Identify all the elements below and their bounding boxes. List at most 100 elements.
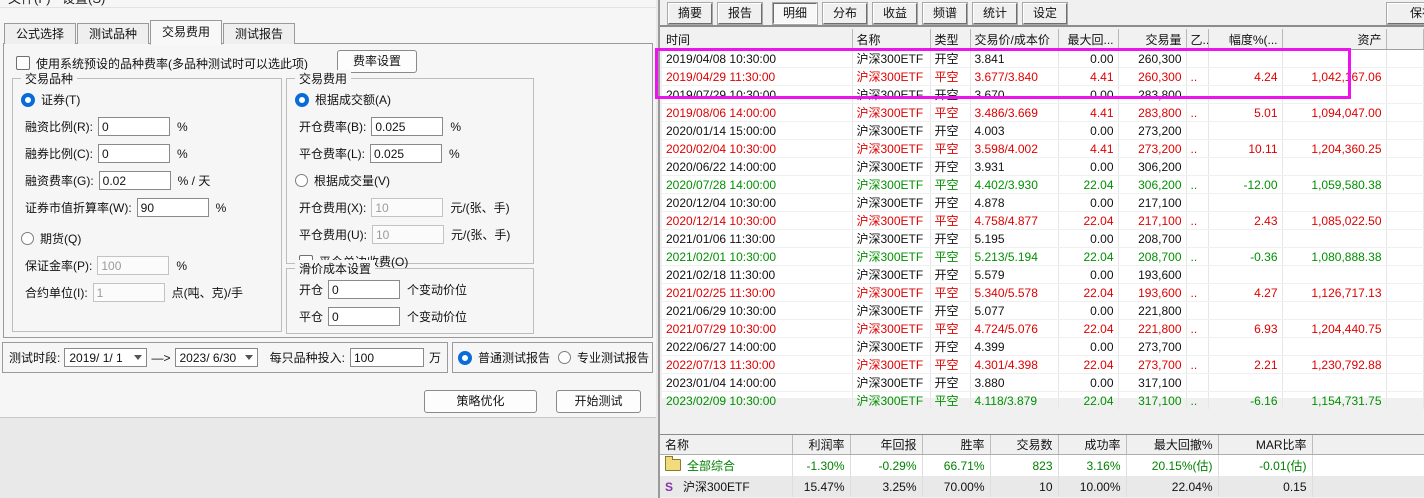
trade-cell: 217,100 (1118, 211, 1187, 230)
trade-detail-table: 时间名称类型交易价/成本价最大回...交易量乙...幅度%(...资产 2019… (662, 29, 1424, 410)
report-tab-分布[interactable]: 分布 (822, 2, 868, 25)
trade-cell: 2019/08/06 14:00:00 (662, 103, 853, 122)
report-tab-摘要[interactable]: 摘要 (667, 2, 713, 25)
field-input[interactable] (98, 117, 170, 136)
trades-col-header[interactable]: 名称 (852, 29, 931, 50)
trade-row[interactable]: 2020/07/28 14:00:00 沪深300ETF 平空 4.402/3.930… (662, 175, 1424, 194)
field-input[interactable] (372, 225, 444, 244)
summary-row[interactable]: 全部综合 -1.30% -0.29% 66.71% 823 3.16% 20.15%(估) -… (660, 454, 1424, 476)
by-amount-radio[interactable]: 根据成交额(A) (295, 89, 533, 110)
futures-radio[interactable]: 期货(Q) (21, 228, 281, 249)
trade-cell: 306,200 (1118, 175, 1187, 194)
trade-row[interactable]: 2021/06/29 10:30:00 沪深300ETF 开空 5.077 0.00 22… (662, 301, 1424, 320)
by-volume-radio[interactable]: 根据成交量(V) (295, 170, 533, 191)
trade-row[interactable]: 2019/04/08 10:30:00 沪深300ETF 开空 3.841 0.00 26… (662, 49, 1424, 68)
trade-row[interactable]: 2022/07/13 11:30:00 沪深300ETF 平空 4.301/4.398… (662, 355, 1424, 374)
field-input[interactable] (98, 144, 170, 163)
summary-name: 沪深300ETF (683, 480, 750, 494)
report-tab-报告[interactable]: 报告 (717, 2, 763, 25)
trade-row[interactable]: 2019/08/06 14:00:00 沪深300ETF 平空 3.486/3.669… (662, 103, 1424, 122)
field-input[interactable] (97, 256, 170, 275)
invest-input[interactable] (349, 348, 424, 367)
report-tab-设定[interactable]: 设定 (1022, 2, 1068, 25)
report-tab-统计[interactable]: 统计 (972, 2, 1018, 25)
trade-row[interactable]: 2023/01/04 14:00:00 沪深300ETF 开空 3.880 0.00 31… (662, 373, 1424, 392)
trade-cell: 317,100 (1118, 373, 1187, 392)
security-radio[interactable]: 证券(T) (21, 89, 281, 110)
menu-item-settings[interactable]: 设置(S) (62, 0, 105, 7)
trade-row[interactable]: 2021/02/18 11:30:00 沪深300ETF 开空 5.579 0.00 19… (662, 265, 1424, 284)
trade-row[interactable]: 2021/02/25 11:30:00 沪深300ETF 平空 5.340/5.578… (662, 283, 1424, 302)
trade-row[interactable]: 2020/12/04 10:30:00 沪深300ETF 开空 4.878 0.00 21… (662, 193, 1424, 212)
to-date-select[interactable]: 2023/ 6/30 (174, 348, 258, 367)
trade-cell: 22.04 (1058, 211, 1119, 230)
trade-cell: 4.301/4.398 (970, 355, 1059, 374)
trade-row[interactable]: 2019/07/29 10:30:00 沪深300ETF 开空 3.670 0.00 28… (662, 85, 1424, 104)
summary-col-header[interactable]: 交易数 (990, 435, 1059, 455)
summary-col-header[interactable]: 成功率 (1058, 435, 1127, 455)
summary-cell: 0.15 (1218, 476, 1313, 497)
trade-row[interactable]: 2021/07/29 10:30:00 沪深300ETF 平空 4.724/5.076… (662, 319, 1424, 338)
radio-unchecked-icon[interactable] (558, 351, 572, 364)
field-label: 融券比例(C): (25, 147, 93, 161)
trades-col-header[interactable]: 交易量 (1118, 29, 1187, 50)
summary-col-header[interactable]: MAR比率 (1218, 435, 1313, 455)
field-suffix: % (215, 200, 227, 215)
report-tab-收益[interactable]: 收益 (872, 2, 918, 25)
tab-公式选择[interactable]: 公式选择 (4, 23, 77, 44)
field-input[interactable] (328, 280, 401, 299)
radio-checked-icon[interactable] (458, 350, 472, 365)
trade-cell: 2020/12/14 10:30:00 (662, 211, 853, 230)
trade-cell: 沪深300ETF (852, 247, 931, 266)
trade-row[interactable]: 2020/01/14 15:00:00 沪深300ETF 开空 4.003 0.00 27… (662, 121, 1424, 140)
field-input[interactable] (371, 117, 444, 136)
trade-row[interactable]: 2021/02/01 10:30:00 沪深300ETF 平空 5.213/5.194… (662, 247, 1424, 266)
trade-cell: 4.724/5.076 (970, 319, 1059, 338)
field-input[interactable] (136, 198, 209, 217)
summary-col-header[interactable]: 利润率 (792, 435, 851, 455)
trades-col-header[interactable]: 乙... (1186, 29, 1209, 50)
trade-cell (1186, 373, 1209, 392)
trades-col-header[interactable]: 幅度%(... (1208, 29, 1283, 50)
from-date-select[interactable]: 2019/ 1/ 1 (64, 348, 148, 367)
trade-row[interactable]: 2023/02/09 10:30:00 沪深300ETF 平空 4.118/3.879… (662, 391, 1424, 410)
trade-cell: 1,126,717.13 (1282, 283, 1387, 302)
summary-row[interactable]: S 沪深300ETF 15.47% 3.25% 70.00% 10 10.00% 22.04%… (660, 476, 1424, 497)
summary-col-header[interactable]: 名称 (660, 435, 793, 455)
tab-交易费用[interactable]: 交易费用 (150, 20, 223, 45)
trade-cell: .. (1186, 319, 1209, 338)
tab-测试品种[interactable]: 测试品种 (77, 23, 150, 44)
trades-col-header[interactable]: 资产 (1282, 29, 1387, 50)
trade-cell: 4.41 (1058, 103, 1119, 122)
field-input[interactable] (370, 144, 443, 163)
trades-col-header[interactable]: 交易价/成本价 (970, 29, 1059, 50)
start-test-button[interactable]: 开始测试 (556, 390, 641, 413)
pro-report-label[interactable]: 专业测试报告 (577, 349, 649, 366)
report-tab-明细[interactable]: 明细 (772, 2, 818, 25)
save-button[interactable]: 保存 (1386, 2, 1424, 25)
trade-cell: 沪深300ETF (852, 67, 931, 86)
field-input[interactable] (92, 283, 165, 302)
trade-row[interactable]: 2021/01/06 11:30:00 沪深300ETF 开空 5.195 0.00 20… (662, 229, 1424, 248)
trade-row[interactable]: 2020/06/22 14:00:00 沪深300ETF 开空 3.931 0.00 30… (662, 157, 1424, 176)
field-input[interactable] (98, 171, 171, 190)
trades-col-header[interactable]: 最大回... (1058, 29, 1119, 50)
field-input[interactable] (371, 198, 444, 217)
field-input[interactable] (328, 307, 401, 326)
summary-col-header[interactable]: 最大回撤% (1126, 435, 1219, 455)
summary-col-header[interactable]: 胜率 (922, 435, 991, 455)
report-tab-频谱[interactable]: 频谱 (922, 2, 968, 25)
normal-report-label[interactable]: 普通测试报告 (478, 349, 550, 366)
trades-col-header[interactable]: 时间 (662, 29, 853, 50)
trade-row[interactable]: 2019/04/29 11:30:00 沪深300ETF 平空 3.677/3.840… (662, 67, 1424, 86)
menu-item-file[interactable]: 文件(F) (8, 0, 51, 7)
summary-col-header[interactable]: 年回报 (850, 435, 923, 455)
trade-cell: 283,800 (1118, 85, 1187, 104)
trade-row[interactable]: 2020/02/04 10:30:00 沪深300ETF 平空 3.598/4.002… (662, 139, 1424, 158)
checkbox-icon (16, 56, 30, 70)
trade-row[interactable]: 2020/12/14 10:30:00 沪深300ETF 平空 4.758/4.877… (662, 211, 1424, 230)
trade-row[interactable]: 2022/06/27 14:00:00 沪深300ETF 开空 4.399 0.00 27… (662, 337, 1424, 356)
tab-测试报告[interactable]: 测试报告 (223, 23, 296, 44)
trades-col-header[interactable]: 类型 (930, 29, 971, 50)
strategy-optimize-button[interactable]: 策略优化 (424, 390, 537, 413)
